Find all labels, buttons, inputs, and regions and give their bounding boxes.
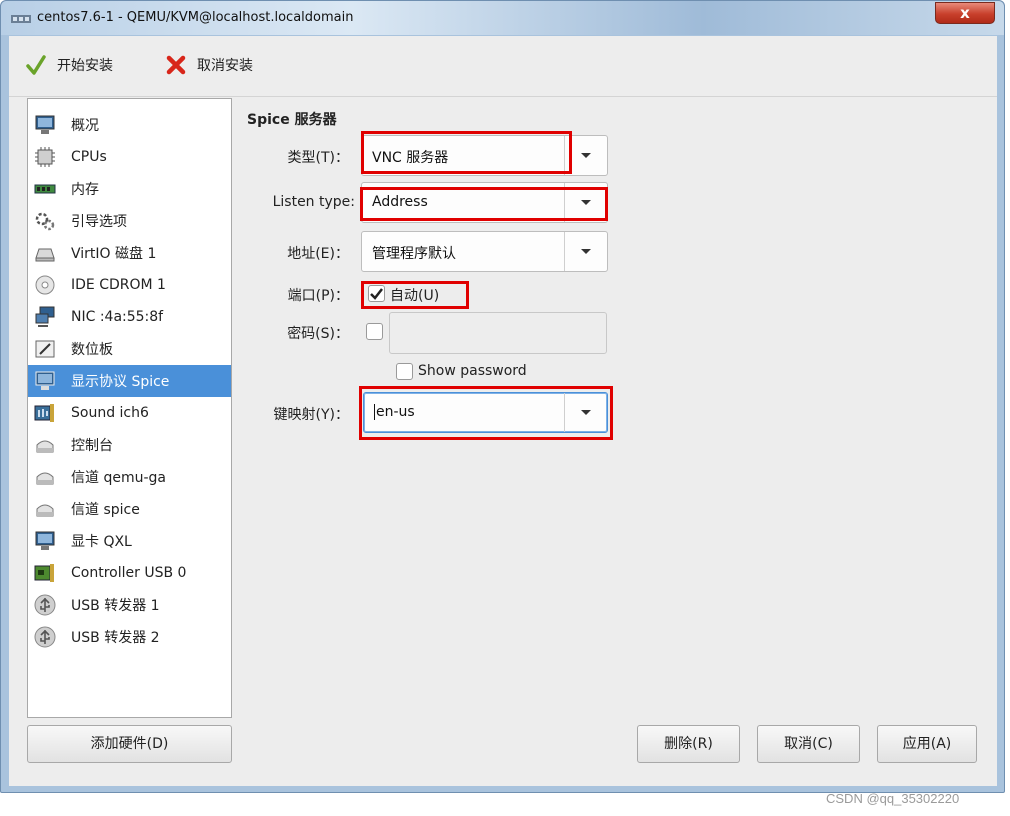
toolbar: 开始安装 取消安装: [9, 36, 997, 97]
sidebar-item-tablet[interactable]: 数位板: [28, 333, 231, 365]
show-password-checkbox[interactable]: [396, 363, 413, 380]
port-auto-label[interactable]: 自动(U): [390, 285, 439, 305]
cpu-icon: [34, 146, 56, 168]
listen-type-combo[interactable]: Address: [361, 182, 608, 223]
listen-type-value: Address: [372, 194, 428, 210]
sidebar-item-ide-cdrom[interactable]: IDE CDROM 1: [28, 269, 231, 301]
title-bar[interactable]: centos7.6-1 - QEMU/KVM@localhost.localdo…: [1, 1, 1004, 35]
address-value: 管理程序默认: [372, 246, 456, 262]
red-x-icon: [166, 55, 186, 75]
hardware-list[interactable]: 概况 CPUs 内存 引导选项 VirtIO 磁盘 1 IDE CDROM 1: [27, 98, 232, 718]
window-client-area: 开始安装 取消安装 概况 CPUs 内存 引导选项 VirtIO 磁盘 1 ID…: [9, 36, 997, 786]
network-icon: [34, 306, 56, 328]
cancel-install-button[interactable]: 取消安装: [165, 52, 253, 78]
sidebar-item-overview[interactable]: 概况: [28, 109, 231, 141]
apply-button[interactable]: 应用(A): [877, 725, 977, 763]
password-field: [389, 312, 607, 354]
keymap-value[interactable]: en-us: [374, 404, 415, 420]
close-button[interactable]: x: [935, 2, 995, 24]
sound-card-icon: [34, 402, 56, 424]
sidebar-item-label: 信道 spice: [71, 502, 140, 518]
sidebar-item-label: 显示协议 Spice: [71, 374, 170, 390]
window-title: centos7.6-1 - QEMU/KVM@localhost.localdo…: [37, 10, 354, 25]
watermark: CSDN @qq_35302220: [826, 791, 960, 806]
sidebar-item-console[interactable]: 控制台: [28, 429, 231, 461]
add-hardware-button[interactable]: 添加硬件(D): [27, 725, 232, 763]
password-label: 密码(S)：: [287, 326, 349, 342]
usb-icon: [34, 626, 56, 648]
text-caret: [374, 404, 375, 420]
sidebar-item-display-spice[interactable]: 显示协议 Spice: [28, 365, 231, 397]
port-auto-checkbox[interactable]: [368, 285, 385, 302]
memory-icon: [34, 178, 56, 200]
sidebar-item-label: 概况: [71, 118, 99, 134]
console-icon: [34, 434, 56, 456]
keymap-text: en-us: [376, 404, 415, 420]
keymap-combo[interactable]: en-us: [363, 392, 608, 433]
start-install-label: 开始安装: [57, 58, 113, 74]
sidebar-item-channel-qemu-ga[interactable]: 信道 qemu-ga: [28, 461, 231, 493]
sidebar-item-virtio-disk[interactable]: VirtIO 磁盘 1: [28, 237, 231, 269]
keymap-label: 键映射(Y)：: [273, 407, 349, 423]
cancel-button[interactable]: 取消(C): [757, 725, 860, 763]
channel-icon: [34, 466, 56, 488]
address-label: 地址(E)：: [287, 246, 349, 262]
video-card-icon: [34, 530, 56, 552]
sidebar-item-label: VirtIO 磁盘 1: [71, 246, 157, 262]
close-icon: x: [960, 4, 970, 22]
usb-icon: [34, 594, 56, 616]
window-app-icon: [11, 15, 31, 23]
sidebar-item-label: Controller USB 0: [71, 565, 187, 581]
sidebar-item-label: 内存: [71, 182, 99, 198]
sidebar-item-label: 信道 qemu-ga: [71, 470, 166, 486]
chevron-down-icon[interactable]: [564, 232, 607, 271]
sidebar-item-cpus[interactable]: CPUs: [28, 141, 231, 173]
sidebar-item-label: CPUs: [71, 149, 107, 165]
cdrom-icon: [34, 274, 56, 296]
sidebar-item-boot-options[interactable]: 引导选项: [28, 205, 231, 237]
channel-icon: [34, 498, 56, 520]
display-monitor-icon: [34, 370, 56, 392]
port-label: 端口(P)：: [287, 288, 349, 304]
type-label: 类型(T)：: [287, 150, 349, 166]
sidebar-item-channel-spice[interactable]: 信道 spice: [28, 493, 231, 525]
disk-icon: [34, 242, 56, 264]
sidebar-item-label: 控制台: [71, 438, 113, 454]
chevron-down-icon[interactable]: [564, 183, 607, 222]
sidebar-item-label: NIC :4a:55:8f: [71, 309, 164, 325]
sidebar-item-usb-redirector-2[interactable]: USB 转发器 2: [28, 621, 231, 653]
chevron-down-icon[interactable]: [564, 136, 607, 175]
password-checkbox[interactable]: [366, 323, 383, 340]
tablet-icon: [34, 338, 56, 360]
section-title: Spice 服务器: [247, 112, 337, 128]
sidebar-item-nic[interactable]: NIC :4a:55:8f: [28, 301, 231, 333]
sidebar-item-label: USB 转发器 2: [71, 630, 160, 646]
overview-monitor-icon: [34, 114, 56, 136]
address-combo[interactable]: 管理程序默认: [361, 231, 608, 272]
boot-options-gear-icon: [34, 210, 56, 232]
checkmark-icon: [26, 55, 46, 75]
sidebar-item-sound[interactable]: Sound ich6: [28, 397, 231, 429]
sidebar-item-label: 引导选项: [71, 214, 127, 230]
type-value: VNC 服务器: [372, 150, 449, 166]
app-window: centos7.6-1 - QEMU/KVM@localhost.localdo…: [0, 0, 1005, 793]
type-combo[interactable]: VNC 服务器: [361, 135, 608, 176]
listen-type-label: Listen type:: [272, 194, 355, 210]
sidebar-item-label: Sound ich6: [71, 405, 149, 421]
sidebar-item-label: 数位板: [71, 342, 113, 358]
sidebar-item-label: IDE CDROM 1: [71, 277, 166, 293]
show-password-label[interactable]: Show password: [418, 363, 527, 379]
start-install-button[interactable]: 开始安装: [25, 52, 113, 78]
sidebar-item-label: 显卡 QXL: [71, 534, 132, 550]
chevron-down-icon[interactable]: [564, 393, 607, 432]
sidebar-item-usb-redirector-1[interactable]: USB 转发器 1: [28, 589, 231, 621]
controller-card-icon: [34, 562, 56, 584]
cancel-install-label: 取消安装: [197, 58, 253, 74]
sidebar-item-controller-usb[interactable]: Controller USB 0: [28, 557, 231, 589]
sidebar-item-video-qxl[interactable]: 显卡 QXL: [28, 525, 231, 557]
checkmark-icon: [370, 288, 383, 300]
sidebar-item-label: USB 转发器 1: [71, 598, 160, 614]
sidebar-item-memory[interactable]: 内存: [28, 173, 231, 205]
remove-button[interactable]: 删除(R): [637, 725, 740, 763]
